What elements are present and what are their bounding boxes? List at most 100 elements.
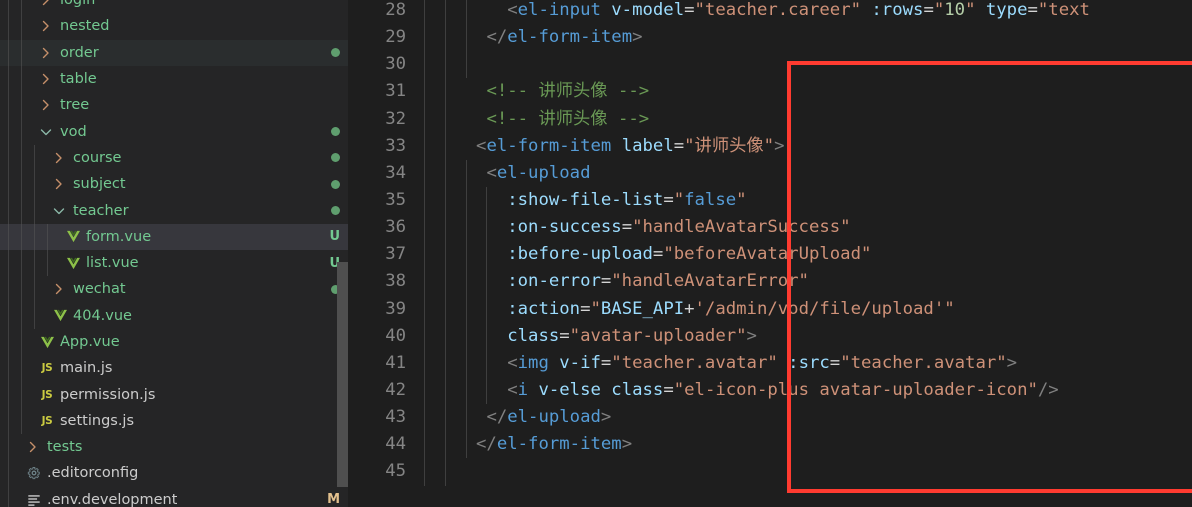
tree-item-label: settings.js [60,412,135,429]
code-line[interactable]: 36 :on-success="handleAvatarSuccess" [348,214,1192,242]
indent-guide [8,276,9,303]
code-token: </ [486,27,508,48]
code-line[interactable]: 38 :on-error="handleAvatarError" [348,268,1192,296]
tree-folder-course[interactable]: course [0,144,348,172]
chevron-right-icon[interactable] [38,0,54,8]
tree-file-main-js[interactable]: JS main.js [0,355,348,382]
code-line[interactable]: 29 </el-form-item> [348,24,1192,52]
line-text: :action="BASE_API+'/admin/vod/file/uploa… [424,296,954,323]
tree-file-editorconfig[interactable]: .editorconfig [0,460,348,487]
git-status-badge: U [329,229,340,245]
indent-guide [34,197,35,224]
tree-folder-nested[interactable]: nested [0,13,348,40]
code-token: = [652,244,664,265]
indent-guide [8,65,9,93]
chevron-right-icon[interactable] [25,439,41,455]
sidebar-scrollbar[interactable] [337,262,348,487]
code-token: type [985,0,1028,20]
code-line[interactable]: 45 [348,458,1192,486]
code-token: v-else [538,379,601,400]
tree-file-form-vue[interactable]: form.vue U [0,223,348,250]
code-token: "avatar-uploader" [569,325,747,346]
code-token: = [600,352,612,373]
code-line[interactable]: 30 [348,51,1192,79]
chevron-right-icon[interactable] [38,45,54,61]
line-number: 40 [385,325,406,346]
code-token: " [965,0,976,20]
tree-file-404-vue[interactable]: 404.vue [0,302,348,329]
indent-guide [8,407,9,435]
code-token: = [1027,0,1038,20]
code-token: = [621,217,633,238]
code-token: v-if [559,352,601,373]
tree-folder-teacher[interactable]: teacher [0,197,348,224]
code-token: "beforeAvatarUpload" [663,244,872,265]
code-line[interactable]: 35 :show-file-list="false" [348,186,1192,215]
tree-file-list-vue[interactable]: list.vue U [0,249,348,277]
code-line[interactable]: 28 <el-input v-model="teacher.career" :r… [348,0,1192,25]
tree-folder-subject[interactable]: subject [0,171,348,198]
tree-item-label: main.js [60,360,113,377]
indent-guide [34,144,35,172]
chevron-right-icon[interactable] [51,281,67,297]
chevron-down-icon[interactable] [38,124,54,140]
tree-file-app-vue[interactable]: App.vue [0,328,348,356]
chevron-down-icon[interactable] [51,203,67,219]
code-line[interactable]: 44 </el-form-item> [348,431,1192,459]
code-token: + [684,298,695,319]
tree-folder-tests[interactable]: tests [0,434,348,461]
code-token: = [663,189,674,210]
tree-item-label: subject [73,176,126,193]
code-editor[interactable]: 28 <el-input v-model="teacher.career" :r… [348,0,1192,507]
code-content[interactable]: 28 <el-input v-model="teacher.career" :r… [348,0,1192,486]
tree-folder-order[interactable]: order [0,39,348,66]
line-text: :on-success="handleAvatarSuccess" [424,214,850,241]
indent-guide [8,486,9,507]
code-line[interactable]: 34 <el-upload [348,159,1192,187]
code-token: > [746,325,757,346]
indent-guide [21,171,22,198]
tree-folder-wechat[interactable]: wechat [0,276,348,303]
code-line[interactable]: 31 <!-- 讲师头像 --> [348,78,1192,106]
tree-item-label: tree [60,97,90,114]
code-line[interactable]: 42 <i v-else class="el-icon-plus avatar-… [348,376,1192,405]
code-line[interactable]: 39 :action="BASE_API+'/admin/vod/file/up… [348,295,1192,323]
code-token: el-upload [507,407,601,428]
tree-file-env-development[interactable]: .env.development M [0,486,348,507]
tree-item-label: .env.development [47,491,178,507]
chevron-right-icon[interactable] [38,71,54,87]
tree-item-label: wechat [73,281,126,298]
code-token: "teacher.avatar" [840,352,1007,373]
code-token: " [590,298,601,319]
chevron-right-icon[interactable] [38,18,54,34]
line-number: 43 [385,407,406,428]
gear-icon [25,465,43,481]
line-number: 37 [385,244,406,265]
code-token: = [673,135,685,156]
tree-folder-tree[interactable]: tree [0,92,348,119]
file-tree[interactable]: login nested order table tree vod course subjec… [0,0,348,507]
explorer-sidebar[interactable]: login nested order table tree vod course subjec… [0,0,348,507]
code-line[interactable]: 33 <el-form-item label="讲师头像"> [348,132,1192,160]
js-file-icon: JS [41,362,53,375]
chevron-right-icon[interactable] [51,176,67,192]
tree-folder-vod[interactable]: vod [0,118,348,145]
code-line[interactable]: 43 </el-upload> [348,404,1192,432]
tree-folder-login[interactable]: login [0,0,348,14]
tree-item-label: permission.js [60,386,156,403]
tree-file-settings-js[interactable]: JS settings.js [0,407,348,435]
tree-file-permission-js[interactable]: JS permission.js [0,381,348,408]
line-number: 34 [385,162,406,183]
chevron-right-icon[interactable] [38,97,54,113]
code-line[interactable]: 37 :before-upload="beforeAvatarUpload" [348,241,1192,269]
code-line[interactable]: 40 class="avatar-uploader"> [348,322,1192,350]
code-line[interactable]: 41 <img v-if="teacher.avatar" :src="teac… [348,349,1192,377]
indent-guide [34,249,35,277]
line-number: 44 [385,434,406,455]
code-line[interactable]: 32 <!-- 讲师头像 --> [348,105,1192,133]
tree-folder-table[interactable]: table [0,65,348,93]
indent-guide [21,13,22,40]
chevron-right-icon[interactable] [51,150,67,166]
